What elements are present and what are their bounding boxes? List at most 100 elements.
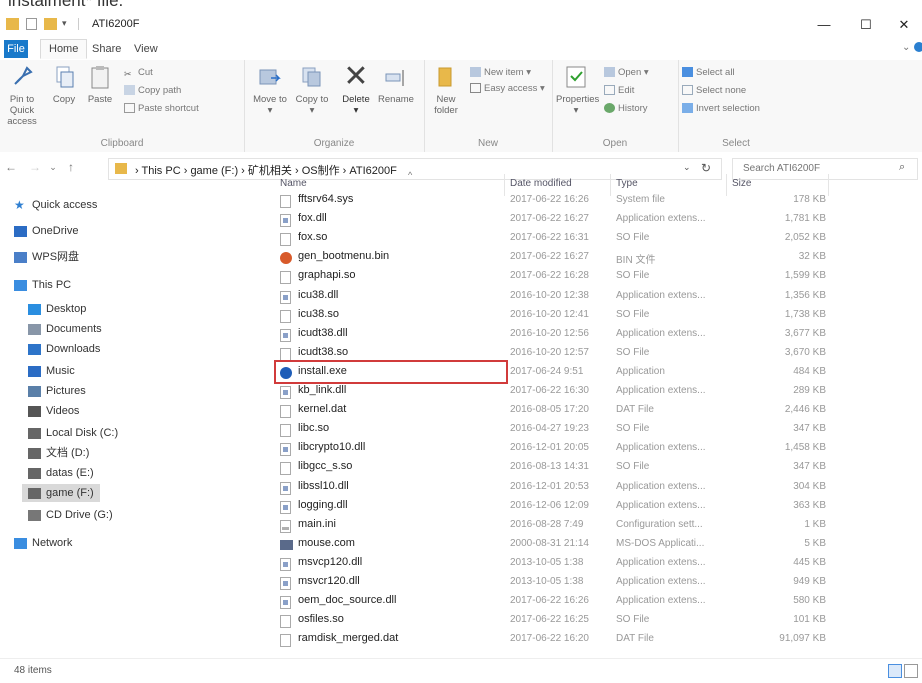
file-row[interactable]: msvcr120.dll 2013-10-05 1:38 Application e… [272,574,912,592]
help-icon[interactable] [914,42,922,52]
sidebar-item[interactable]: WPS网盘 [8,248,85,266]
open-button[interactable]: Open ▾ [604,66,649,80]
tab-file[interactable]: File [4,40,28,58]
file-row[interactable]: libcrypto10.dll 2016-12-01 20:05 Applicati… [272,440,912,458]
sidebar-item-label: Pictures [46,385,86,397]
sidebar-item-label: OneDrive [32,225,79,237]
delete-button[interactable]: ✕ Delete ▾ [336,62,376,117]
file-row[interactable]: icu38.so 2016-10-20 12:41 SO File 1,738 KB [272,307,912,325]
copy-path-button[interactable]: Copy path [124,84,181,98]
file-row[interactable]: libc.so 2016-04-27 19:23 SO File 347 KB [272,421,912,439]
sidebar-item[interactable]: Documents [22,320,108,338]
bin-file-icon [280,252,292,265]
edit-button[interactable]: Edit [604,84,634,98]
sidebar-item[interactable]: CD Drive (G:) [22,506,119,524]
copy-to-button[interactable]: Copy to ▾ [292,64,332,116]
history-button[interactable]: History [604,102,648,116]
tab-view[interactable]: View [126,40,166,58]
sidebar-item[interactable]: ★ Quick access [8,196,103,214]
file-row[interactable]: ramdisk_merged.dat 2017-06-22 16:20 DAT Fi… [272,631,912,649]
chevron-down-icon[interactable]: ▾ [62,18,70,30]
file-row[interactable]: gen_bootmenu.bin 2017-06-22 16:27 BIN 文件 32… [272,249,912,267]
column-header-date[interactable]: Date modified [510,178,572,189]
dll-file-icon [280,500,291,514]
paste-button[interactable]: Paste [80,64,120,105]
easy-access-button[interactable]: Easy access ▾ [470,82,545,96]
file-date: 2017-06-22 16:25 [510,614,589,626]
file-icon [280,309,291,323]
cut-button[interactable]: ✂ Cut [124,66,153,80]
sidebar-item[interactable]: Music [22,362,81,380]
new-item-button[interactable]: New item ▾ [470,66,531,80]
chevron-down-icon[interactable]: ⌄ [902,42,910,53]
column-header-type[interactable]: Type [616,178,638,189]
copy-button[interactable]: Copy [44,64,84,105]
file-row[interactable]: osfiles.so 2017-06-22 16:25 SO File 101 KB [272,612,912,630]
move-to-button[interactable]: Move to ▾ [250,64,290,116]
sidebar-item[interactable]: 文档 (D:) [22,444,95,462]
pin-quick-access-button[interactable]: Pin to Quick access [2,64,42,127]
close-button[interactable]: ✕ [884,14,922,36]
rename-button[interactable]: Rename [376,64,416,105]
file-name: icudt38.dll [298,326,348,339]
breadcrumb-item[interactable]: game (F:) [190,165,238,177]
select-none-button[interactable]: Select none [682,84,746,98]
file-row[interactable]: kernel.dat 2016-08-05 17:20 DAT File 2,446 … [272,402,912,420]
sidebar-item[interactable]: Local Disk (C:) [22,424,124,442]
file-row[interactable]: msvcp120.dll 2013-10-05 1:38 Application e… [272,555,912,573]
maximize-button[interactable]: ☐ [846,14,886,36]
large-icons-view-icon[interactable] [904,664,918,678]
paste-shortcut-button[interactable]: Paste shortcut [124,102,199,116]
file-date: 2017-06-22 16:20 [510,633,589,645]
file-row[interactable]: logging.dll 2016-12-06 12:09 Application e… [272,498,912,516]
file-row[interactable]: fox.dll 2017-06-22 16:27 Application exten… [272,211,912,229]
file-row[interactable]: icu38.dll 2016-10-20 12:38 Application ext… [272,288,912,306]
file-row[interactable]: graphapi.so 2017-06-22 16:28 SO File 1,599 … [272,268,912,286]
settings-file-icon [280,519,291,533]
file-row[interactable]: mouse.com 2000-08-31 21:14 MS-DOS Applicat… [272,536,912,554]
file-type: Application extens... [616,442,706,454]
title-bar: ▾ ATI6200F — ☐ ✕ [0,10,922,38]
column-header-name[interactable]: Name [280,178,307,189]
column-header-size[interactable]: Size [732,178,751,189]
tab-home[interactable]: Home [40,39,88,59]
file-date: 2016-12-01 20:53 [510,480,589,492]
file-row[interactable]: kb_link.dll 2017-06-22 16:30 Application e… [272,383,912,401]
properties-icon[interactable] [26,18,37,30]
sidebar-item[interactable]: Videos [22,402,85,420]
breadcrumb-item[interactable]: This PC [142,165,181,177]
sidebar-item[interactable]: This PC [8,276,77,294]
forward-button[interactable]: → [28,160,42,174]
file-date: 2016-08-13 14:31 [510,461,589,473]
file-row[interactable]: fftsrv64.sys 2017-06-22 16:26 System file 1… [272,192,912,210]
file-row[interactable]: libgcc_s.so 2016-08-13 14:31 SO File 347 KB [272,459,912,477]
sidebar-item[interactable]: Downloads [22,340,106,358]
back-button[interactable]: ← [4,160,18,174]
select-all-button[interactable]: Select all [682,66,735,80]
invert-selection-button[interactable]: Invert selection [682,102,760,116]
file-row[interactable]: fox.so 2017-06-22 16:31 SO File 2,052 KB [272,230,912,248]
new-folder-icon[interactable] [44,18,57,30]
highlight-box [274,360,508,384]
sidebar-item[interactable]: Desktop [22,300,92,318]
file-row[interactable]: icudt38.dll 2016-10-20 12:56 Application e… [272,326,912,344]
tab-share[interactable]: Share [84,40,129,58]
file-type: SO File [616,423,650,435]
recent-locations-button[interactable]: ⌄ [48,160,58,174]
sidebar-item[interactable]: game (F:) [22,484,100,502]
sidebar-item[interactable]: OneDrive [8,222,84,240]
file-row[interactable]: libssl10.dll 2016-12-01 20:53 Application … [272,479,912,497]
sidebar-item[interactable]: Network [8,534,78,552]
file-type: DAT File [616,404,654,416]
sidebar-item[interactable]: Pictures [22,382,92,400]
up-button[interactable]: ↑ [64,160,78,174]
details-view-icon[interactable] [888,664,902,678]
invert-selection-icon [682,103,693,114]
file-date: 2016-12-01 20:05 [510,442,589,454]
file-row[interactable]: main.ini 2016-08-28 7:49 Configuration set… [272,517,912,535]
file-row[interactable]: oem_doc_source.dll 2017-06-22 16:26 Applic… [272,593,912,611]
properties-button[interactable]: Properties ▾ [556,64,599,116]
sidebar-item[interactable]: datas (E:) [22,464,100,482]
minimize-button[interactable]: — [804,14,844,36]
new-folder-button[interactable]: New folder [426,64,466,116]
